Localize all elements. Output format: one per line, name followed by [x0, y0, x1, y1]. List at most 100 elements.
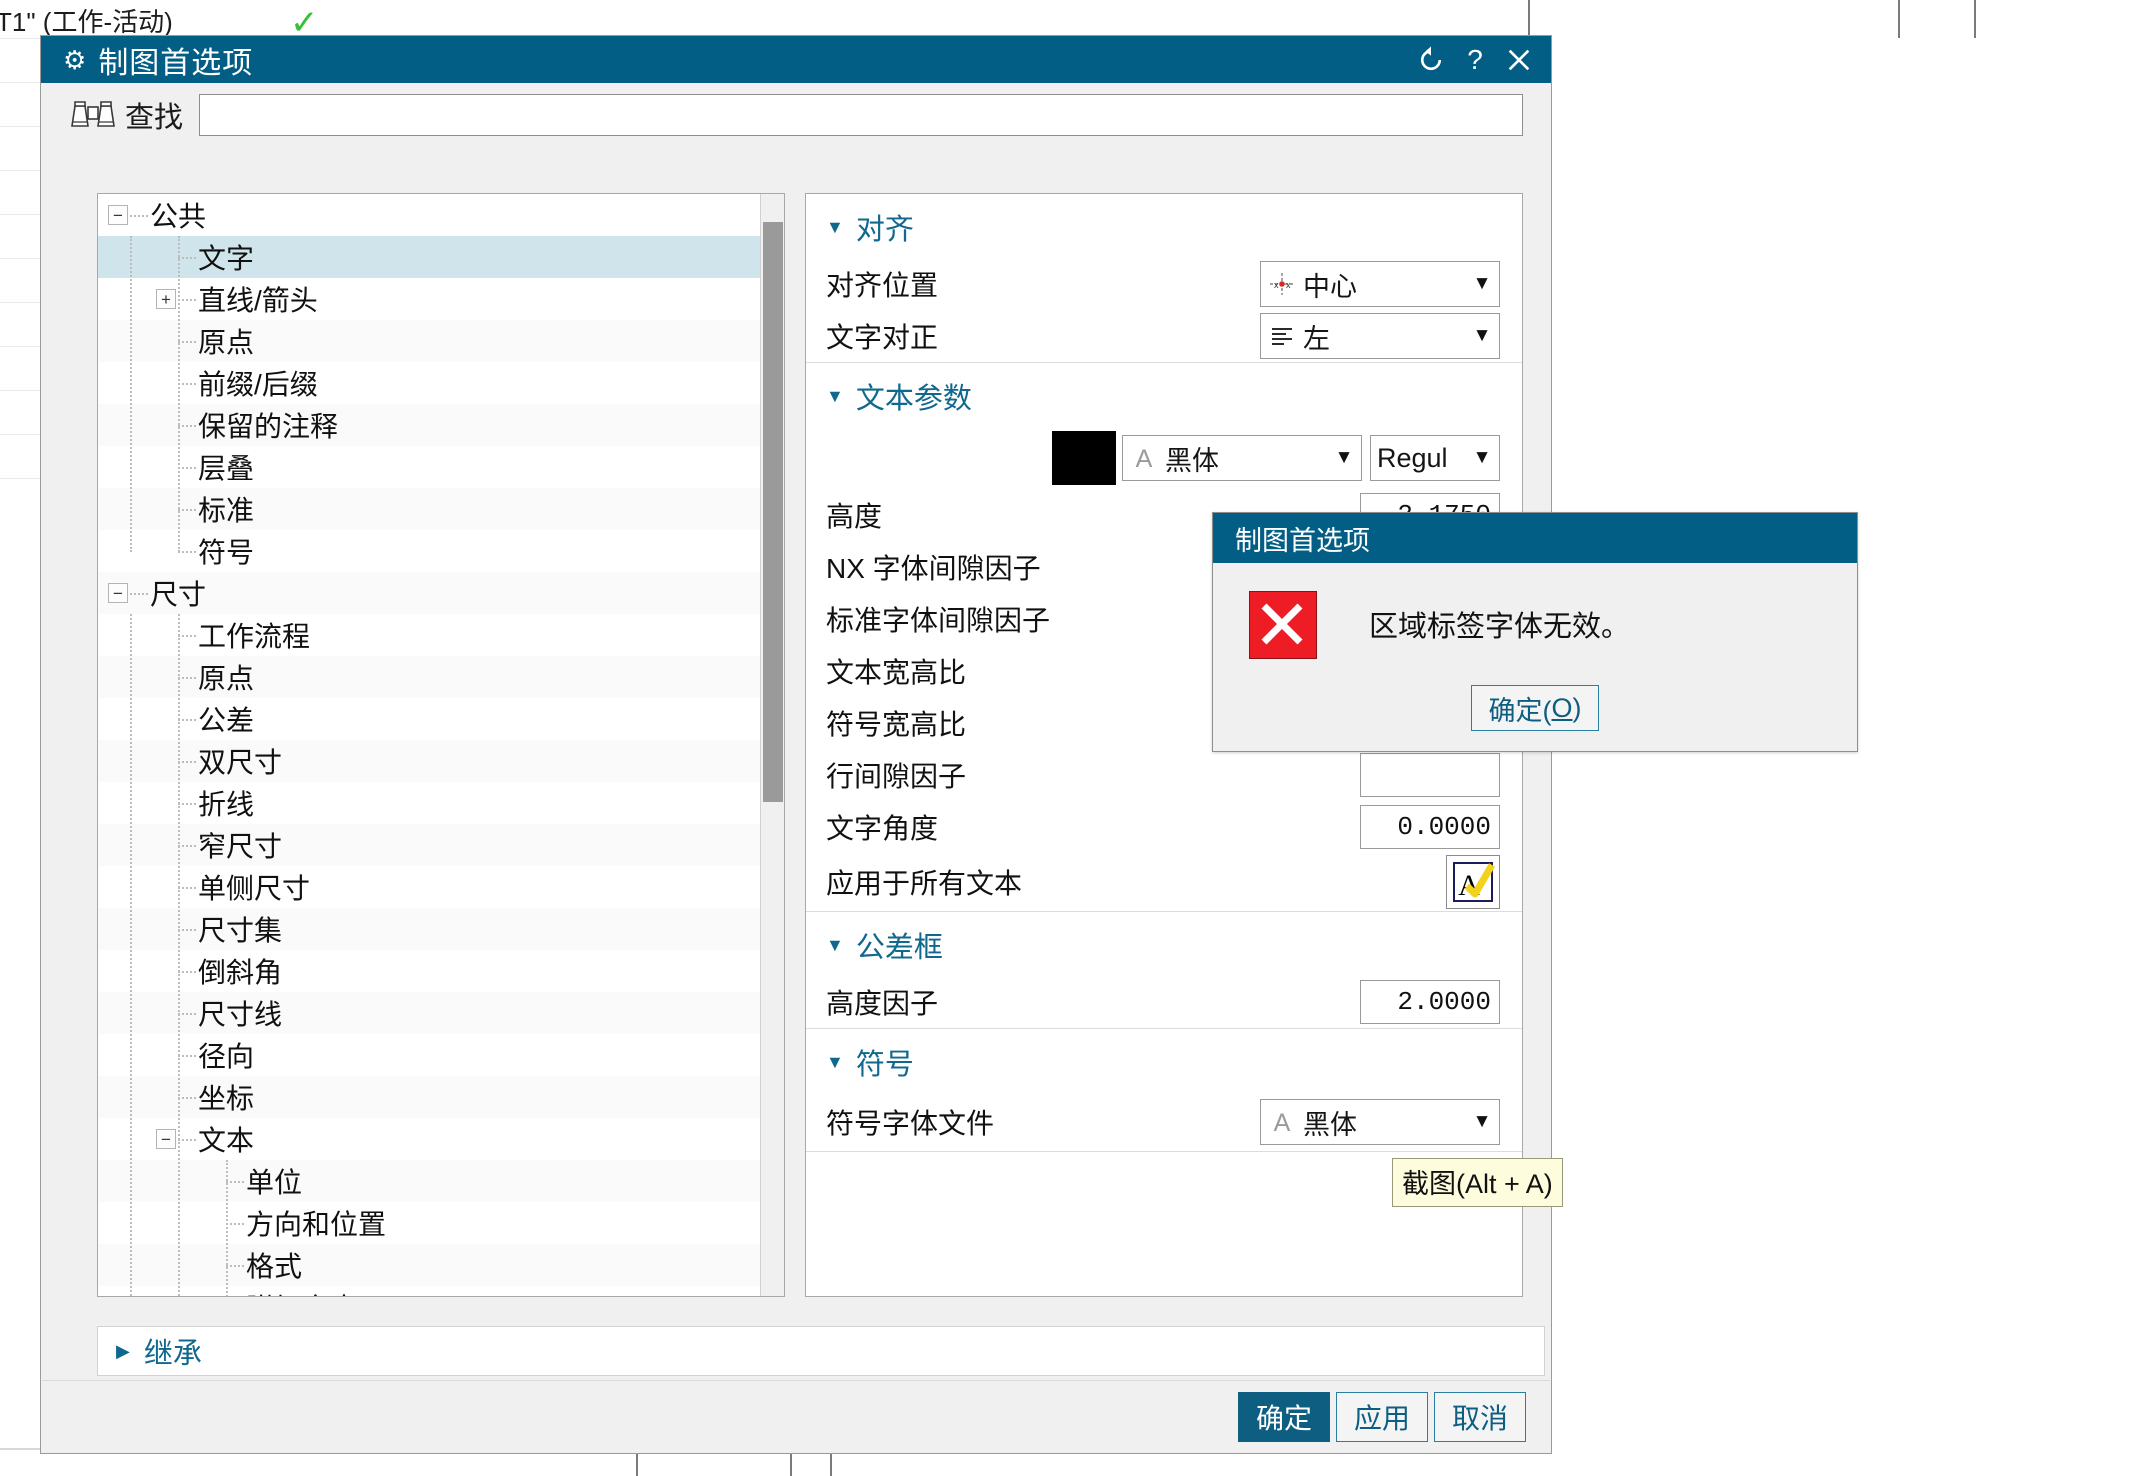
gear-icon: ⚙	[63, 44, 87, 75]
tree-connector	[178, 383, 196, 385]
tree-item-7[interactable]: 层叠	[98, 446, 784, 488]
tree-item-label: 径向	[198, 1041, 255, 1072]
row-height-factor: 高度因子	[806, 976, 1522, 1028]
text-justify-dropdown[interactable]: 左 ▼	[1260, 313, 1500, 359]
tree-item-12[interactable]: 原点	[98, 656, 784, 698]
tree-item-19[interactable]: 倒斜角	[98, 950, 784, 992]
close-button[interactable]	[1497, 39, 1541, 81]
tree-connector	[178, 1013, 196, 1015]
section-align-header[interactable]: ▼ 对齐	[806, 194, 1522, 258]
row-text-param-label: 标准字体间隙因子	[826, 605, 1051, 636]
row-align-position: 对齐位置 x x 中心 ▼	[806, 258, 1522, 310]
tree-item-23[interactable]: − 文本	[98, 1118, 784, 1160]
chevron-down-icon: ▼	[1334, 447, 1354, 468]
tree-connector	[178, 677, 196, 679]
tree-item-20[interactable]: 尺寸线	[98, 992, 784, 1034]
tree-item-5[interactable]: 前缀/后缀	[98, 362, 784, 404]
text-param-input[interactable]	[1360, 805, 1500, 849]
binoculars-icon	[71, 101, 115, 127]
section-symbol: ▼ 符号 符号字体文件 A 黑体 ▼	[806, 1029, 1522, 1152]
tree-item-label: 符号	[198, 537, 255, 568]
tree-item-18[interactable]: 尺寸集	[98, 908, 784, 950]
search-input[interactable]	[199, 94, 1523, 136]
tree-connector	[226, 1265, 244, 1267]
tree-item-label: 层叠	[198, 453, 255, 484]
section-symbol-title: 符号	[855, 1049, 914, 1081]
tree-item-26[interactable]: 格式	[98, 1244, 784, 1286]
tree-item-16[interactable]: 窄尺寸	[98, 824, 784, 866]
row-text-param-label: 文本宽高比	[826, 657, 967, 688]
tree-item-2[interactable]: 文字	[98, 236, 784, 278]
tree-connector	[130, 593, 148, 595]
apply-to-all-text-button[interactable]: A	[1446, 855, 1500, 909]
tree-item-label: 直线/箭头	[198, 285, 318, 316]
tree-connector	[178, 761, 196, 763]
tree-item-label: 坐标	[198, 1083, 255, 1114]
ok-button[interactable]: 确定	[1238, 1391, 1330, 1442]
cancel-button[interactable]: 取消	[1434, 1391, 1526, 1442]
tree-item-13[interactable]: 公差	[98, 698, 784, 740]
tree-item-label: 折线	[198, 789, 255, 820]
tree-item-3[interactable]: + 直线/箭头	[98, 278, 784, 320]
tree-item-11[interactable]: 工作流程	[98, 614, 784, 656]
font-value: 黑体	[1165, 445, 1219, 476]
tree-item-25[interactable]: 方向和位置	[98, 1202, 784, 1244]
error-ok-button[interactable]: 确定(O)	[1471, 685, 1599, 731]
tree-connector	[226, 1181, 244, 1183]
tree-item-1[interactable]: − 公共	[98, 194, 784, 236]
tree-scrollbar-thumb[interactable]	[763, 222, 783, 802]
tree-item-17[interactable]: 单侧尺寸	[98, 866, 784, 908]
dialog-titlebar[interactable]: ⚙ 制图首选项 ?	[41, 36, 1551, 83]
tree-scrollbar[interactable]	[760, 194, 784, 1296]
height-factor-input[interactable]	[1360, 980, 1500, 1024]
tree-item-label: 保留的注释	[198, 411, 339, 442]
tree-item-15[interactable]: 折线	[98, 782, 784, 824]
tree-item-label: 尺寸	[150, 579, 207, 610]
tree-connector	[178, 887, 196, 889]
tree-item-label: 窄尺寸	[198, 831, 283, 862]
font-dropdown[interactable]: A 黑体 ▼	[1122, 435, 1362, 481]
tree-guide-line	[226, 1160, 228, 1296]
collapse-toggle-icon[interactable]: −	[156, 1129, 176, 1149]
tree-item-9[interactable]: 符号	[98, 530, 784, 572]
tree-item-14[interactable]: 双尺寸	[98, 740, 784, 782]
apply-button[interactable]: 应用	[1336, 1391, 1428, 1442]
tree-item-4[interactable]: 原点	[98, 320, 784, 362]
tree-item-10[interactable]: − 尺寸	[98, 572, 784, 614]
tree-connector	[178, 425, 196, 427]
symbol-font-dropdown[interactable]: A 黑体 ▼	[1260, 1099, 1500, 1145]
font-style-dropdown[interactable]: Regul ▼	[1370, 435, 1500, 481]
text-param-input[interactable]	[1360, 753, 1500, 797]
tree-connector	[226, 1223, 244, 1225]
text-color-swatch[interactable]	[1052, 431, 1116, 485]
tree-item-label: 原点	[198, 663, 255, 694]
tree-item-label: 文本	[198, 1125, 255, 1156]
preferences-tree[interactable]: − 公共 文字 + 直线/箭头 原点 前缀/后缀 保留的注释 层叠 标准 符号 − 尺寸 工作流程 原点 公差…	[97, 193, 785, 1297]
collapse-toggle-icon[interactable]: −	[108, 583, 128, 603]
tree-connector	[178, 1139, 196, 1141]
section-symbol-header[interactable]: ▼ 符号	[806, 1029, 1522, 1093]
row-align-position-label: 对齐位置	[826, 270, 939, 301]
section-tolerance-frame-header[interactable]: ▼ 公差框	[806, 912, 1522, 976]
align-position-dropdown[interactable]: x x 中心 ▼	[1260, 261, 1500, 307]
reset-button[interactable]	[1409, 39, 1453, 81]
tree-item-8[interactable]: 标准	[98, 488, 784, 530]
row-text-justify: 文字对正 左 ▼	[806, 310, 1522, 362]
tree-item-6[interactable]: 保留的注释	[98, 404, 784, 446]
row-text-param-label: 文字角度	[826, 813, 939, 844]
collapse-toggle-icon[interactable]: −	[108, 205, 128, 225]
tree-connector	[130, 215, 148, 217]
section-text-parameters-header[interactable]: ▼ 文本参数	[806, 363, 1522, 427]
tree-item-21[interactable]: 径向	[98, 1034, 784, 1076]
inherit-section[interactable]: ▶ 继承	[97, 1326, 1545, 1376]
chevron-down-icon: ▼	[1472, 1111, 1492, 1132]
help-button[interactable]: ?	[1453, 39, 1497, 81]
tree-item-24[interactable]: 单位	[98, 1160, 784, 1202]
tree-connector	[178, 1055, 196, 1057]
tree-guide-line	[130, 236, 132, 552]
expand-toggle-icon[interactable]: +	[156, 289, 176, 309]
tree-item-label: 格式	[246, 1251, 303, 1282]
svg-text:A: A	[1274, 1109, 1291, 1137]
tree-item-22[interactable]: 坐标	[98, 1076, 784, 1118]
tree-item-27[interactable]: 附加文本	[98, 1286, 784, 1296]
